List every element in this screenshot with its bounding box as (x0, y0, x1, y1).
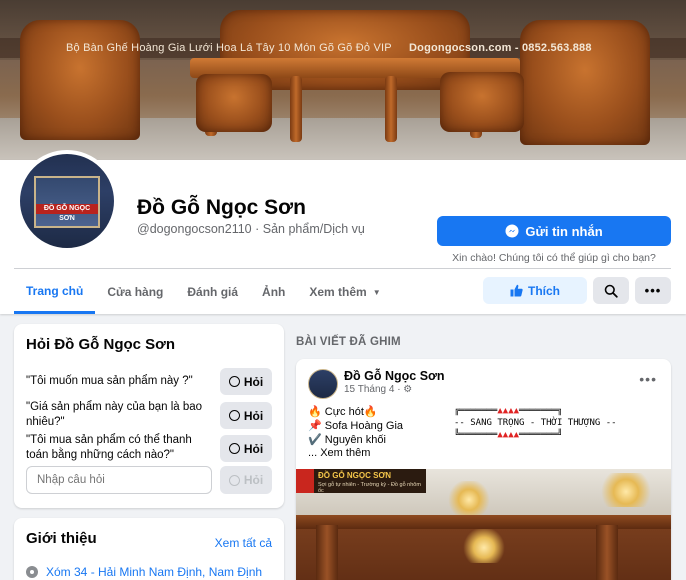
image-pillar (596, 525, 618, 580)
pinned-post: Đồ Gỗ Ngọc Sơn 15 Tháng 4 · ⚙ ••• 🔥 Cực … (296, 359, 671, 580)
cover-stool (196, 74, 272, 132)
post-author-name[interactable]: Đồ Gỗ Ngọc Sơn (344, 369, 445, 383)
page-avatar[interactable]: ĐỒ GỖ NGỌC SƠN (16, 150, 118, 252)
header-divider (14, 268, 671, 269)
tab-photos[interactable]: Ảnh (250, 270, 297, 314)
post-image[interactable]: ĐỒ GỖ NGỌC SƠN Sợi gỗ tự nhiên - Trường … (296, 469, 671, 580)
send-message-label: Gửi tin nhắn (525, 223, 603, 239)
image-brand-tagline: Sợi gỗ tự nhiên - Trường kỳ - Đồ gỗ nhôm… (318, 482, 421, 494)
suggested-question: "Giá sản phẩm này của bạn là bao nhiêu?"… (26, 400, 272, 430)
box-triangles-bottom: ▲▲▲▲ (497, 430, 520, 440)
cover-table-leg (290, 76, 302, 142)
page-handle: @dogongocson2110 (137, 222, 252, 236)
image-chandelier (446, 481, 492, 515)
pinned-posts-heading: BÀI VIẾT ĐÃ GHIM (296, 336, 401, 348)
chevron-down-icon: ▼ (372, 287, 381, 297)
cover-armchair-right (520, 20, 650, 145)
messenger-icon (228, 376, 240, 387)
more-options-button[interactable]: ••• (635, 277, 671, 304)
ask-question-input[interactable] (26, 466, 212, 494)
search-icon (604, 284, 618, 298)
suggested-question: "Tôi muốn mua sản phẩm này ?" Hỏi (26, 368, 272, 395)
subtitle-separator: · (251, 222, 263, 236)
tab-home[interactable]: Trang chủ (14, 270, 96, 314)
ask-send-label: Hỏi (243, 473, 264, 487)
tab-shop-label: Cửa hàng (107, 285, 164, 299)
cover-photo[interactable]: Bộ Bàn Ghế Hoàng Gia Lưới Hoa Lá Tây 10 … (0, 0, 686, 160)
post-text-line: 📌 Sofa Hoàng Gia (308, 420, 404, 432)
ask-send-button[interactable]: Hỏi (220, 466, 272, 494)
suggested-question: "Tôi mua sản phẩm có thể thanh toán bằng… (26, 433, 272, 463)
tab-photos-label: Ảnh (262, 285, 286, 299)
post-author-avatar[interactable] (308, 369, 338, 399)
like-button[interactable]: Thích (483, 277, 587, 304)
thumbs-up-icon (510, 284, 523, 297)
cover-table-leg (385, 76, 397, 142)
location-pin-icon (26, 566, 38, 578)
post-date[interactable]: 15 Tháng 4 (344, 384, 394, 395)
image-brand-mark (296, 469, 314, 493)
ask-question-button[interactable]: Hỏi (220, 435, 272, 462)
tab-more[interactable]: Xem thêm ▼ (297, 270, 392, 314)
address-text: Xóm 34 - Hải Minh Nam Định, Nam Định (46, 565, 263, 579)
messenger-icon (228, 443, 240, 454)
avatar-sign: ĐỒ GỖ NGỌC SƠN (36, 204, 98, 222)
page-header: ĐỒ GỖ NGỌC SƠN Đồ Gỗ Ngọc Sơn @dogongocs… (0, 150, 686, 314)
tab-reviews-label: Đánh giá (187, 285, 239, 299)
like-label: Thích (528, 283, 560, 298)
tab-more-label: Xem thêm (309, 285, 367, 299)
messenger-icon (228, 474, 240, 486)
ask-question-button[interactable]: Hỏi (220, 368, 272, 395)
page-tabs: Trang chủ Cửa hàng Đánh giá Ảnh Xem thêm… (14, 270, 393, 314)
ask-label: Hỏi (243, 374, 264, 389)
cover-caption: Bộ Bàn Ghế Hoàng Gia Lưới Hoa Lá Tây 10 … (66, 42, 392, 54)
search-button[interactable] (593, 277, 629, 304)
image-light (596, 473, 656, 507)
ask-page-card: Hỏi Đồ Gỗ Ngọc Sơn "Tôi muốn mua sản phẩ… (14, 324, 284, 508)
globe-icon: · ⚙ (397, 384, 413, 395)
send-message-button[interactable]: Gửi tin nhắn (437, 216, 671, 246)
ask-card-title: Hỏi Đồ Gỗ Ngọc Sơn (26, 336, 175, 353)
post-meta: 15 Tháng 4 · ⚙ (344, 384, 412, 395)
more-dots-icon: ••• (644, 283, 662, 298)
question-text: "Tôi mua sản phẩm có thể thanh toán bằng… (26, 434, 192, 461)
address-row[interactable]: Xóm 34 - Hải Minh Nam Định, Nam Định (26, 565, 262, 579)
post-more-icon[interactable]: ••• (639, 371, 657, 387)
tab-shop[interactable]: Cửa hàng (95, 270, 175, 314)
image-brand-title: ĐỒ GỖ NGỌC SƠN (318, 471, 392, 480)
page-title[interactable]: Đồ Gỗ Ngọc Sơn (137, 196, 306, 220)
image-chandelier (461, 529, 507, 563)
question-text: "Giá sản phẩm này của bạn là bao nhiêu?" (26, 401, 203, 428)
question-text: "Tôi muốn mua sản phẩm này ?" (26, 375, 193, 387)
page-subtitle: @dogongocson2110 · Sản phẩm/Dịch vụ (137, 222, 365, 236)
ask-label: Hỏi (243, 408, 264, 423)
box-top-row: ╔═══════▲▲▲▲═══════╗ (454, 406, 563, 416)
tab-reviews[interactable]: Đánh giá (175, 270, 250, 314)
image-brand-tag: ĐỒ GỖ NGỌC SƠN Sợi gỗ tự nhiên - Trường … (296, 469, 426, 494)
box-bottom-row: ╚═══════▲▲▲▲═══════╝ (454, 430, 563, 440)
cover-stool (440, 72, 524, 132)
intro-card: Giới thiệu Xem tất cả Xóm 34 - Hải Minh … (14, 518, 284, 580)
box-triangles-top: ▲▲▲▲ (497, 406, 520, 416)
see-more-link[interactable]: ... Xem thêm (308, 447, 370, 459)
messenger-icon (228, 410, 240, 421)
messenger-icon (505, 224, 519, 238)
see-all-link[interactable]: Xem tất cả (215, 536, 272, 550)
cover-armchair-left (20, 20, 140, 140)
box-text: -- SANG TRỌNG - THỜI THƯỢNG -- (454, 418, 617, 428)
cover-contact: Dogongocson.com - 0852.563.888 (409, 42, 592, 54)
image-pillar (316, 525, 338, 580)
intro-title: Giới thiệu (26, 530, 97, 547)
ask-question-button[interactable]: Hỏi (220, 402, 272, 429)
message-hint: Xin chào! Chúng tôi có thể giúp gì cho b… (452, 252, 656, 264)
tab-home-label: Trang chủ (26, 283, 84, 298)
ask-label: Hỏi (243, 441, 264, 456)
post-text-line: ✔️ Nguyên khối (308, 434, 386, 446)
post-decorative-box: ╔═══════▲▲▲▲═══════╗ -- SANG TRỌNG - THỜI… (454, 405, 630, 441)
page-category[interactable]: Sản phẩm/Dịch vụ (263, 222, 365, 236)
post-text-line: 🔥 Cực hót🔥 (308, 406, 378, 418)
